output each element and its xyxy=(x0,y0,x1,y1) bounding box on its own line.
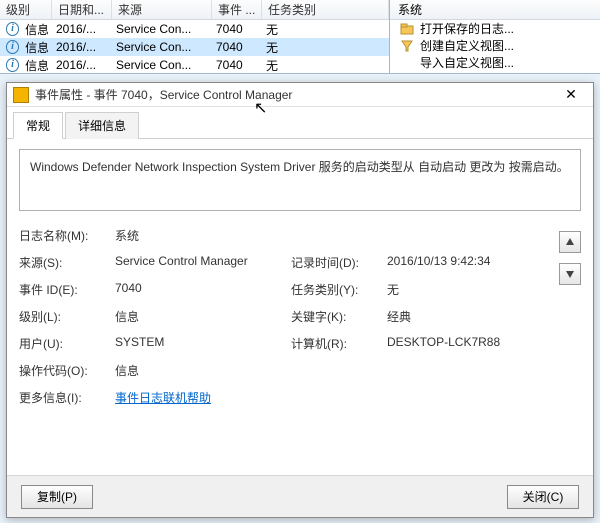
event-message: Windows Defender Network Inspection Syst… xyxy=(19,149,581,211)
cell-source: Service Con... xyxy=(112,22,212,36)
lbl-taskcat: 任务类别(Y): xyxy=(291,281,381,298)
val-eventid: 7040 xyxy=(115,281,285,298)
cell-source: Service Con... xyxy=(112,58,212,72)
action-label: 创建自定义视图... xyxy=(420,37,514,54)
cell-task: 无 xyxy=(262,21,389,38)
lbl-computer: 计算机(R): xyxy=(291,335,381,352)
dialog-title: 事件属性 - 事件 7040，Service Control Manager xyxy=(35,86,555,103)
tabs: 常规 详细信息 xyxy=(7,107,593,139)
lbl-user: 用户(U): xyxy=(19,335,109,352)
folder-icon xyxy=(400,22,414,36)
val-computer: DESKTOP-LCK7R88 xyxy=(387,335,581,352)
copy-button[interactable]: 复制(P) xyxy=(21,485,93,509)
cell-task: 无 xyxy=(262,39,389,56)
val-taskcat: 无 xyxy=(387,281,581,298)
actions-header: 系统 xyxy=(390,0,600,20)
val-user: SYSTEM xyxy=(115,335,285,352)
event-table: 级别 日期和... 来源 事件 ... 任务类别 i信息 2016/... Se… xyxy=(0,0,390,73)
val-logname: 系统 xyxy=(115,227,285,244)
val-level: 信息 xyxy=(115,308,285,325)
prev-event-button[interactable] xyxy=(559,231,581,253)
dialog-body: Windows Defender Network Inspection Syst… xyxy=(7,139,593,489)
event-list: 级别 日期和... 来源 事件 ... 任务类别 i信息 2016/... Se… xyxy=(0,0,600,74)
import-icon xyxy=(400,56,414,70)
cell-source: Service Con... xyxy=(112,40,212,54)
cell-level: 信息 xyxy=(21,39,48,56)
val-source: Service Control Manager xyxy=(115,254,285,271)
action-label: 打开保存的日志... xyxy=(420,20,514,37)
cell-date: 2016/... xyxy=(52,22,112,36)
lbl-level: 级别(L): xyxy=(19,308,109,325)
table-row[interactable]: i信息 2016/... Service Con... 7040 无 xyxy=(0,38,389,56)
col-eventid[interactable]: 事件 ... xyxy=(212,0,262,19)
cell-date: 2016/... xyxy=(52,40,112,54)
table-row[interactable]: i信息 2016/... Service Con... 7040 无 xyxy=(0,20,389,38)
col-date[interactable]: 日期和... xyxy=(52,0,112,19)
val-keywords: 经典 xyxy=(387,308,581,325)
actions-pane: 系统 打开保存的日志... 创建自定义视图... 导入自定义视图... xyxy=(390,0,600,73)
lbl-source: 来源(S): xyxy=(19,254,109,271)
cell-eventid: 7040 xyxy=(212,58,262,72)
info-icon: i xyxy=(6,22,19,36)
col-task[interactable]: 任务类别 xyxy=(262,0,389,19)
action-create-custom-view[interactable]: 创建自定义视图... xyxy=(390,37,600,54)
cell-level: 信息 xyxy=(21,57,48,74)
cell-eventid: 7040 xyxy=(212,40,262,54)
table-row[interactable]: i信息 2016/... Service Con... 7040 无 xyxy=(0,56,389,74)
tab-details[interactable]: 详细信息 xyxy=(65,112,139,139)
val-opcode: 信息 xyxy=(115,362,285,379)
info-icon: i xyxy=(6,40,19,54)
event-properties-dialog: 事件属性 - 事件 7040，Service Control Manager ✕… xyxy=(6,82,594,518)
tab-general[interactable]: 常规 xyxy=(13,112,63,139)
online-help-link[interactable]: 事件日志联机帮助 xyxy=(115,391,211,405)
table-header: 级别 日期和... 来源 事件 ... 任务类别 xyxy=(0,0,389,20)
close-icon[interactable]: ✕ xyxy=(555,86,587,103)
action-open-saved-log[interactable]: 打开保存的日志... xyxy=(390,20,600,37)
cell-date: 2016/... xyxy=(52,58,112,72)
nav-arrows xyxy=(559,231,581,285)
info-icon: i xyxy=(6,58,19,72)
titlebar[interactable]: 事件属性 - 事件 7040，Service Control Manager ✕ xyxy=(7,83,593,107)
col-source[interactable]: 来源 xyxy=(112,0,212,19)
lbl-eventid: 事件 ID(E): xyxy=(19,281,109,298)
next-event-button[interactable] xyxy=(559,263,581,285)
action-label: 导入自定义视图... xyxy=(420,54,514,71)
lbl-opcode: 操作代码(O): xyxy=(19,362,109,379)
val-logged: 2016/10/13 9:42:34 xyxy=(387,254,581,271)
cell-eventid: 7040 xyxy=(212,22,262,36)
lbl-keywords: 关键字(K): xyxy=(291,308,381,325)
cell-task: 无 xyxy=(262,57,389,74)
lbl-moreinfo: 更多信息(I): xyxy=(19,389,109,406)
lbl-logged: 记录时间(D): xyxy=(291,254,381,271)
button-bar: 复制(P) 关闭(C) xyxy=(7,475,593,517)
close-button[interactable]: 关闭(C) xyxy=(507,485,579,509)
action-import-custom-view[interactable]: 导入自定义视图... xyxy=(390,54,600,71)
lbl-logname: 日志名称(M): xyxy=(19,227,109,244)
event-details-grid: 日志名称(M): 系统 来源(S): Service Control Manag… xyxy=(19,227,581,406)
filter-icon xyxy=(400,39,414,53)
app-icon xyxy=(13,87,29,103)
cell-level: 信息 xyxy=(21,21,48,38)
col-level[interactable]: 级别 xyxy=(0,0,52,19)
